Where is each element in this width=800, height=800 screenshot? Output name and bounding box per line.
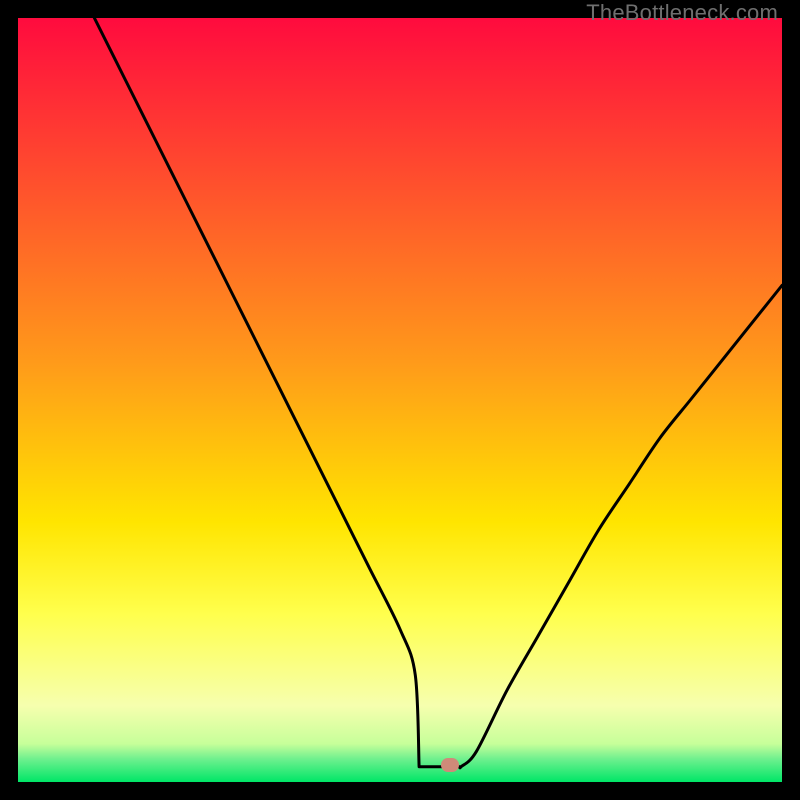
bottleneck-chart	[18, 18, 782, 782]
gradient-background	[18, 18, 782, 782]
chart-frame	[18, 18, 782, 782]
watermark-text: TheBottleneck.com	[586, 0, 778, 26]
optimum-marker	[441, 758, 459, 772]
